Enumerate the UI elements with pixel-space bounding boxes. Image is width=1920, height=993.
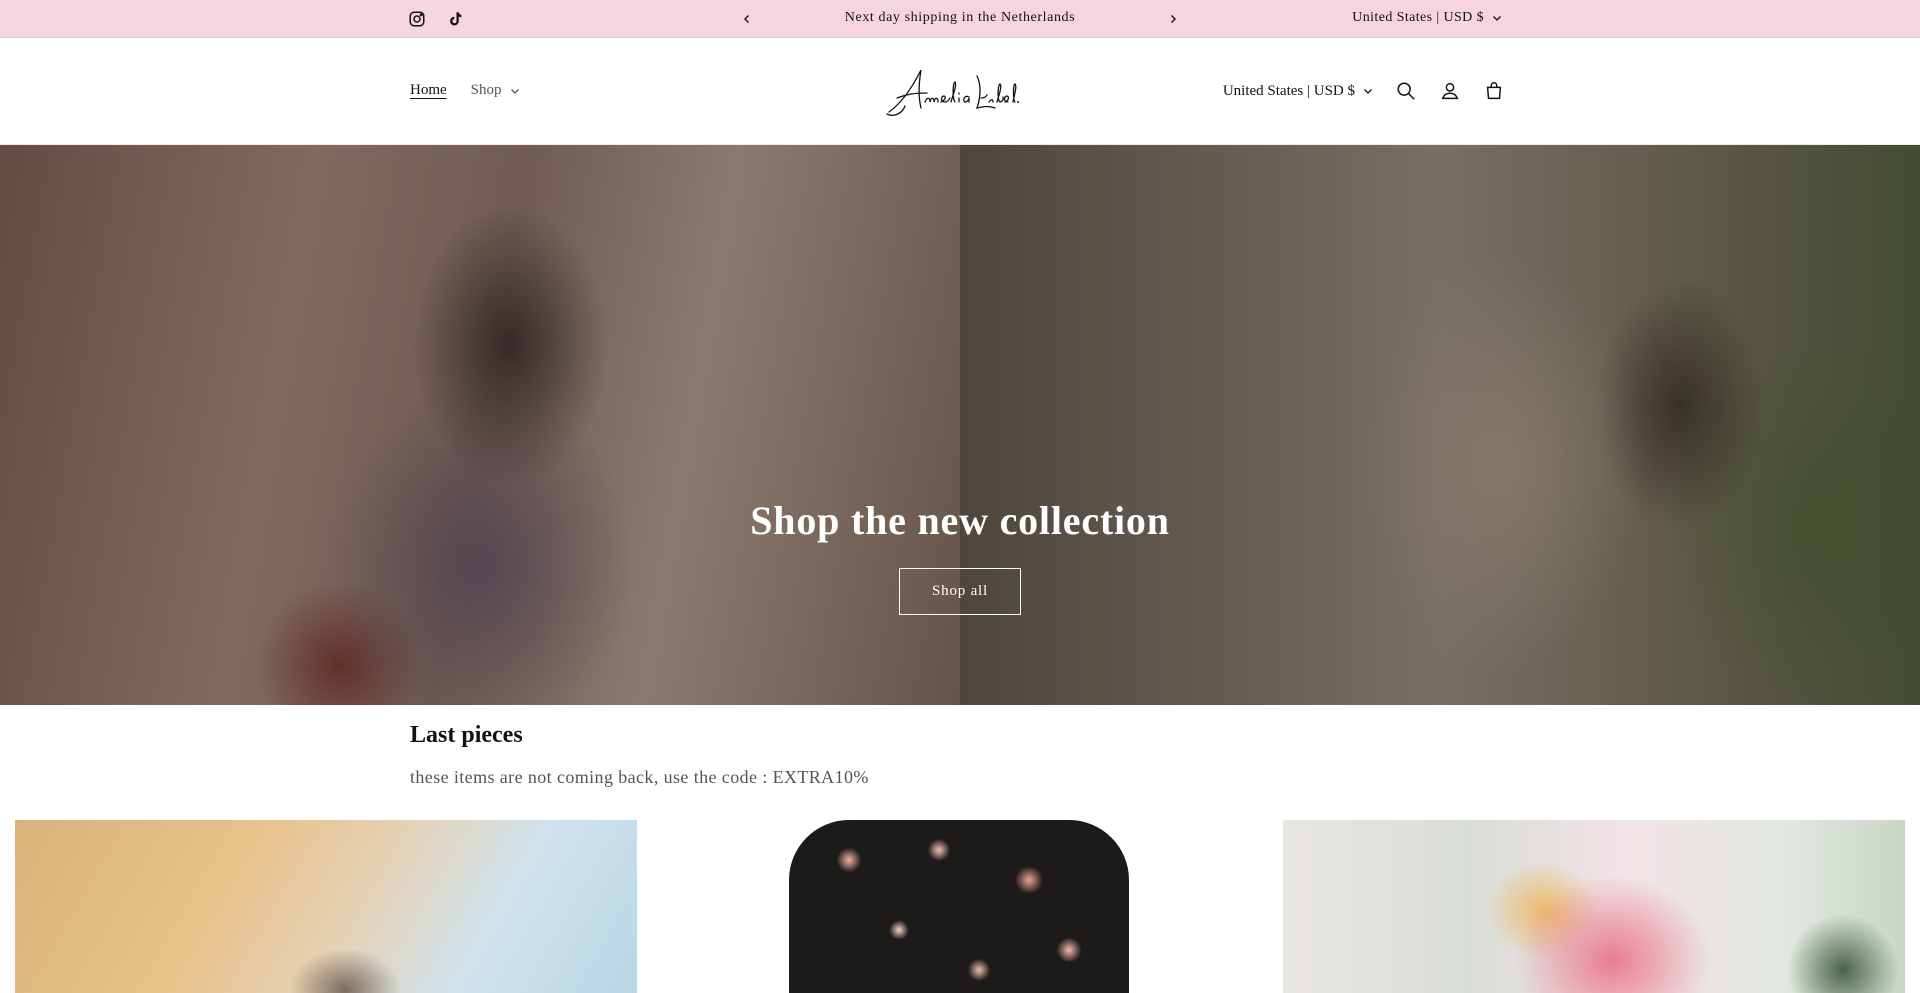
hero-title: Shop the new collection xyxy=(750,498,1170,543)
hero-banner: Shop the new collection Shop all xyxy=(0,145,1920,705)
next-announcement-button[interactable] xyxy=(1163,9,1183,29)
site-header: Home Shop United States | USD $ xyxy=(0,38,1920,145)
main-nav: Home Shop xyxy=(410,82,520,99)
product-image xyxy=(789,820,1129,993)
chevron-down-icon xyxy=(510,88,519,94)
nav-item-label: Home xyxy=(410,82,447,98)
tiktok-icon[interactable] xyxy=(445,9,465,29)
collection-title: Last pieces xyxy=(410,722,523,748)
nav-item-shop[interactable]: Shop xyxy=(471,82,520,99)
announcement-message: Next day shipping in the Netherlands xyxy=(844,10,1076,25)
logo[interactable] xyxy=(885,62,1020,122)
chevron-down-icon xyxy=(1364,89,1372,94)
collection-subtitle: these items are not coming back, use the… xyxy=(410,767,869,787)
account-icon[interactable] xyxy=(1437,78,1463,104)
locale-label: United States | USD $ xyxy=(1222,82,1355,99)
instagram-icon[interactable] xyxy=(407,9,427,29)
product-card[interactable] xyxy=(649,820,1271,993)
product-card[interactable] xyxy=(1283,820,1905,993)
header-locale-selector[interactable]: United States | USD $ xyxy=(1223,83,1373,100)
locale-label: United States | USD $ xyxy=(1352,10,1484,25)
prev-announcement-button[interactable] xyxy=(737,9,757,29)
nav-item-home[interactable]: Home xyxy=(410,82,447,99)
announcement-locale-selector[interactable]: United States | USD $ xyxy=(1352,10,1502,26)
cart-icon[interactable] xyxy=(1481,78,1507,104)
nav-item-label: Shop xyxy=(470,82,502,98)
chevron-down-icon xyxy=(1493,16,1501,21)
hero-overlay xyxy=(0,145,1920,705)
product-card[interactable] xyxy=(15,820,637,993)
shop-all-button[interactable]: Shop all xyxy=(899,568,1021,615)
announcement-bar: Next day shipping in the Netherlands Uni… xyxy=(0,0,1920,38)
search-icon[interactable] xyxy=(1393,78,1419,104)
header-actions: United States | USD $ xyxy=(1223,78,1507,104)
